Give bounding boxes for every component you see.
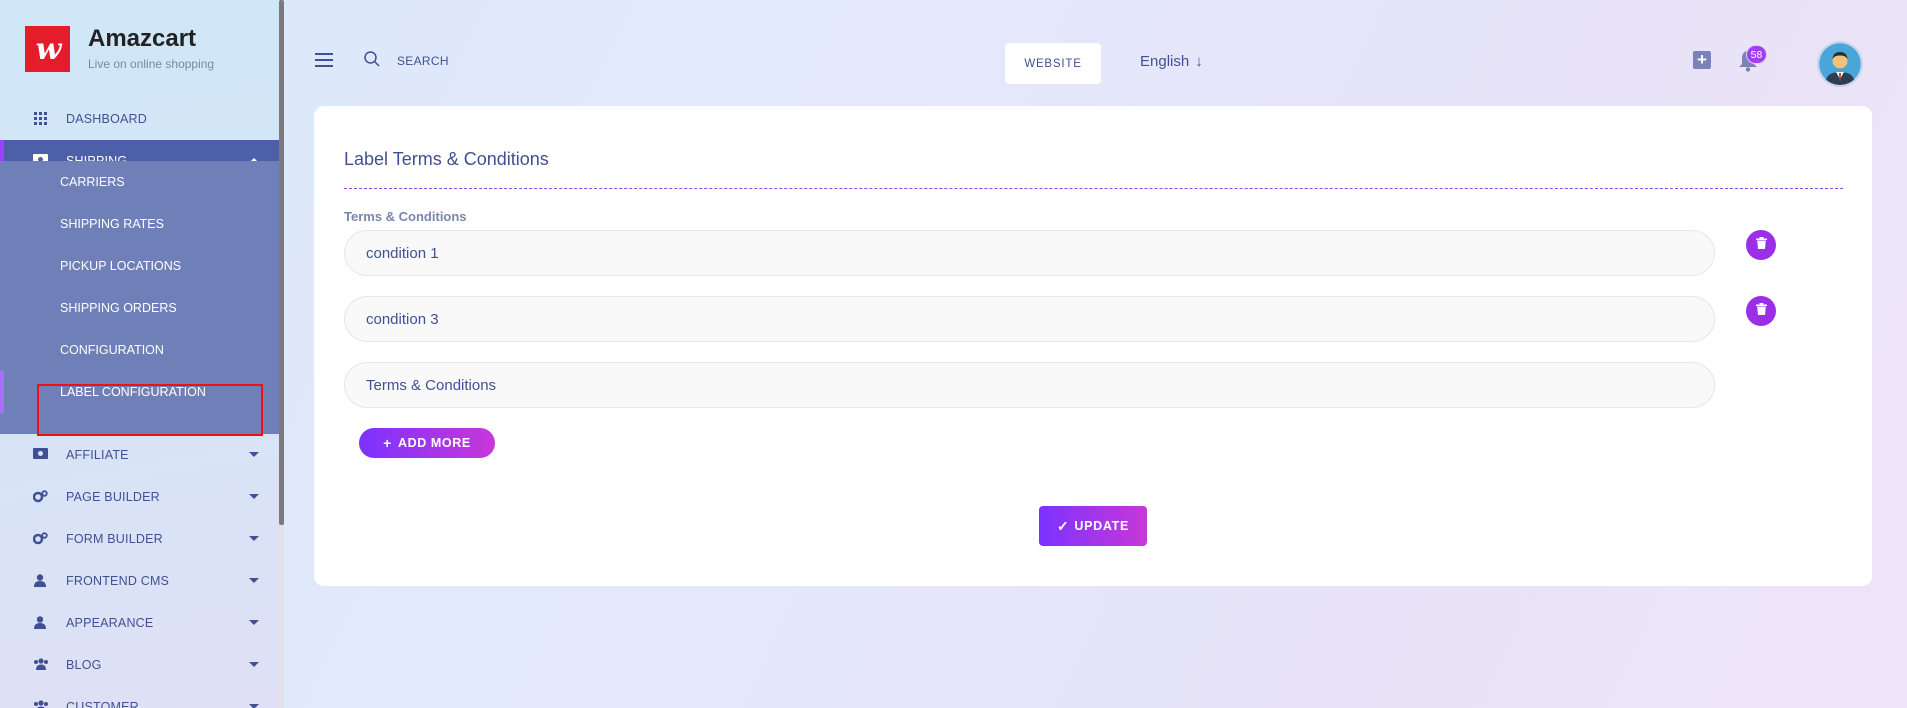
brand-logo[interactable]: w bbox=[25, 26, 70, 72]
hamburger-menu-icon[interactable] bbox=[315, 53, 333, 67]
submenu-item-pickup-locations[interactable]: PICKUP LOCATIONS bbox=[0, 245, 279, 287]
new-condition-input[interactable] bbox=[344, 362, 1715, 408]
gears-icon bbox=[32, 490, 48, 504]
sidebar-item-form-builder[interactable]: FORM BUILDER bbox=[0, 518, 279, 560]
highlight-box bbox=[37, 384, 263, 436]
condition-input-1[interactable] bbox=[344, 230, 1715, 276]
arrow-down-icon: ↓ bbox=[1195, 53, 1203, 70]
brand-name: Amazcart bbox=[88, 25, 197, 52]
chevron-down-icon bbox=[249, 536, 259, 541]
chevron-down-icon bbox=[249, 620, 259, 625]
update-label: UPDATE bbox=[1074, 519, 1130, 533]
terms-field-label: Terms & Conditions bbox=[344, 209, 467, 224]
gears-icon bbox=[32, 532, 48, 546]
avatar[interactable] bbox=[1817, 41, 1863, 87]
chevron-down-icon bbox=[249, 578, 259, 583]
sidebar-scrollbar[interactable] bbox=[279, 0, 284, 708]
sidebar-item-affiliate[interactable]: AFFILIATE bbox=[0, 434, 279, 476]
submenu-item-carriers[interactable]: CARRIERS bbox=[0, 161, 279, 203]
sidebar-item-label: AFFILIATE bbox=[66, 448, 129, 462]
sidebar-item-dashboard[interactable]: DASHBOARD bbox=[0, 98, 279, 140]
add-more-button[interactable]: + ADD MORE bbox=[359, 428, 495, 458]
sidebar-item-page-builder[interactable]: PAGE BUILDER bbox=[0, 476, 279, 518]
sidebar: w Amazcart Live on online shopping DASHB… bbox=[0, 0, 279, 708]
sidebar-item-label: BLOG bbox=[66, 658, 102, 672]
delete-condition-2-button[interactable] bbox=[1746, 296, 1776, 326]
update-button[interactable]: ✓ UPDATE bbox=[1039, 506, 1147, 546]
search-input[interactable]: SEARCH bbox=[397, 54, 449, 68]
sidebar-item-appearance[interactable]: APPEARANCE bbox=[0, 602, 279, 644]
label-terms-card: Label Terms & Conditions Terms & Conditi… bbox=[314, 106, 1872, 586]
brand-tagline: Live on online shopping bbox=[88, 57, 215, 71]
trash-icon bbox=[1755, 302, 1767, 320]
website-button[interactable]: WEBSITE bbox=[1005, 43, 1101, 84]
add-more-label: ADD MORE bbox=[397, 436, 471, 450]
card-title: Label Terms & Conditions bbox=[344, 149, 549, 169]
users-icon bbox=[33, 700, 48, 708]
sidebar-item-blog[interactable]: BLOG bbox=[0, 644, 279, 686]
scrollbar-thumb[interactable] bbox=[279, 0, 284, 525]
language-label: English bbox=[1140, 53, 1190, 70]
sidebar-item-label: DASHBOARD bbox=[66, 112, 147, 126]
sidebar-item-label: APPEARANCE bbox=[66, 616, 154, 630]
delete-condition-1-button[interactable] bbox=[1746, 230, 1776, 260]
sidebar-item-label: FORM BUILDER bbox=[66, 532, 163, 546]
chevron-down-icon bbox=[249, 662, 259, 667]
sidebar-item-label: FRONTEND CMS bbox=[66, 574, 170, 588]
submenu-item-configuration[interactable]: CONFIGURATION bbox=[0, 329, 279, 371]
chevron-down-icon bbox=[249, 452, 259, 457]
sidebar-item-label: PAGE BUILDER bbox=[66, 490, 160, 504]
condition-input-2[interactable] bbox=[344, 296, 1715, 342]
money-icon bbox=[33, 448, 48, 462]
title-divider bbox=[344, 188, 1843, 189]
grid-icon bbox=[33, 112, 47, 126]
notification-badge: 58 bbox=[1746, 45, 1767, 64]
chevron-down-icon bbox=[249, 704, 259, 708]
sidebar-item-frontend-cms[interactable]: FRONTEND CMS bbox=[0, 560, 279, 602]
plus-icon: + bbox=[383, 435, 392, 451]
plus-square-icon[interactable]: + bbox=[1693, 51, 1711, 69]
submenu-item-shipping-orders[interactable]: SHIPPING ORDERS bbox=[0, 287, 279, 329]
check-icon: ✓ bbox=[1056, 517, 1070, 534]
sidebar-item-label: CUSTOMER bbox=[66, 700, 139, 708]
users-icon bbox=[33, 658, 48, 672]
submenu-item-shipping-rates[interactable]: SHIPPING RATES bbox=[0, 203, 279, 245]
sidebar-item-customer[interactable]: CUSTOMER bbox=[0, 686, 279, 708]
user-icon bbox=[33, 574, 47, 588]
language-selector[interactable]: English ↓ bbox=[1140, 53, 1203, 70]
trash-icon bbox=[1755, 236, 1767, 254]
chevron-down-icon bbox=[249, 494, 259, 499]
search-icon[interactable] bbox=[364, 51, 380, 67]
user-icon bbox=[33, 616, 47, 630]
